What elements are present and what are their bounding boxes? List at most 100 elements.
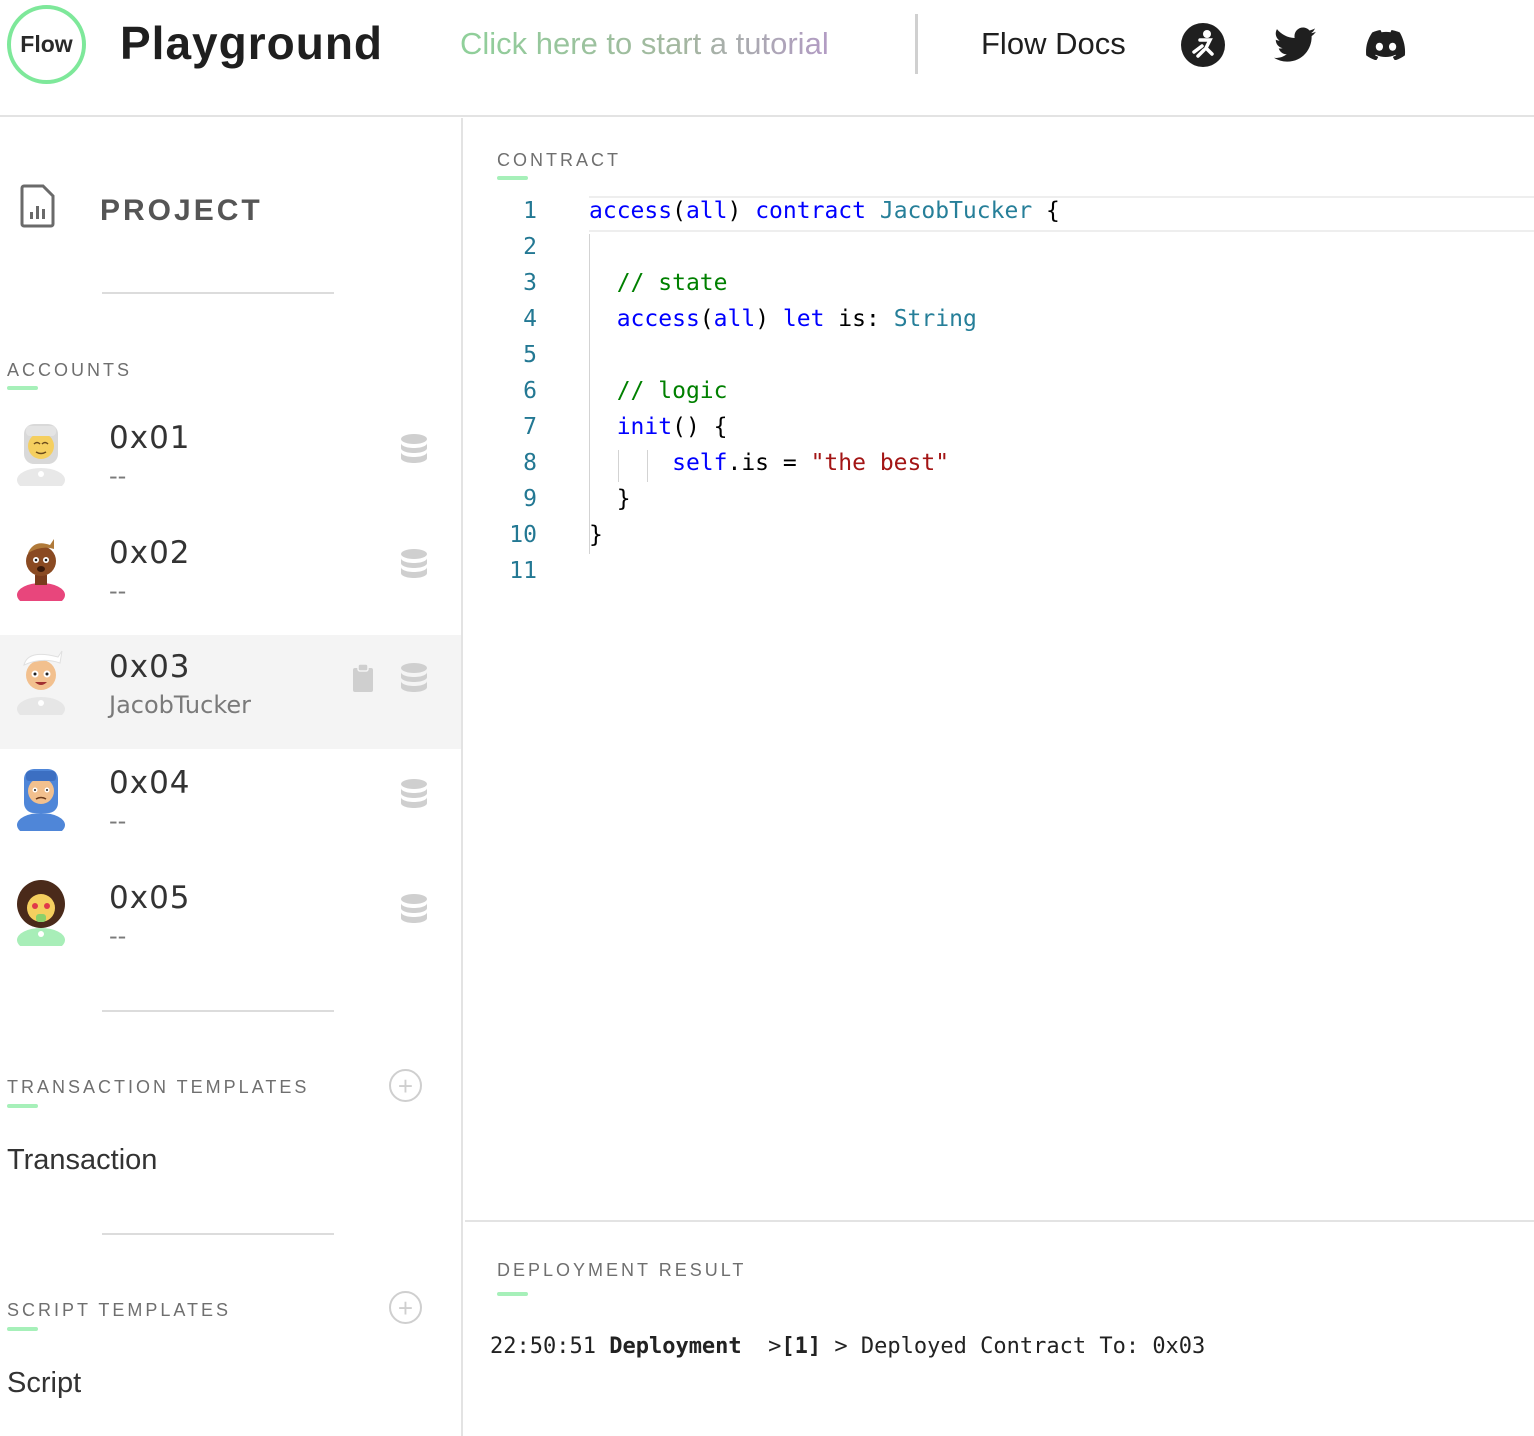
line-number: 9 xyxy=(523,486,537,512)
account-address: 0x03 xyxy=(109,649,191,685)
contract-panel-title: CONTRACT xyxy=(497,150,621,170)
app-title: Playground xyxy=(120,17,384,69)
avatar xyxy=(17,650,65,715)
code-editor[interactable]: 1 2 3 4 5 6 7 8 9 10 11 access(all) contract JacobT… xyxy=(465,194,1534,1214)
storage-database-icon[interactable] xyxy=(400,434,428,464)
project-button[interactable] xyxy=(20,184,56,228)
code-line: } xyxy=(589,486,631,512)
line-number: 11 xyxy=(509,558,537,584)
transaction-templates-title-underline xyxy=(7,1104,38,1108)
code-line: } xyxy=(589,522,603,548)
add-script-template-button[interactable]: + xyxy=(389,1291,422,1324)
log-message: Deployed Contract To: 0x03 xyxy=(860,1334,1206,1359)
code-token: access xyxy=(616,306,700,332)
project-label[interactable]: PROJECT xyxy=(100,194,263,228)
main-panel: CONTRACT 1 2 3 4 5 6 7 8 9 10 11 access(all) contra… xyxy=(465,118,1534,1436)
account-contract-name: -- xyxy=(109,462,127,490)
line-number: 5 xyxy=(523,342,537,368)
accounts-title: ACCOUNTS xyxy=(7,360,133,380)
transaction-template-item[interactable]: Transaction xyxy=(7,1144,157,1177)
line-number: 7 xyxy=(523,414,537,440)
project-sidebar: PROJECT ACCOUNTS 0x01 -- 0x02 -- 0x03 Ja… xyxy=(0,118,463,1436)
account-contract-name: -- xyxy=(109,577,127,605)
plus-icon: + xyxy=(397,1292,414,1323)
avatar xyxy=(17,539,65,601)
line-number: 6 xyxy=(523,378,537,404)
account-item-0x05[interactable]: 0x05 -- xyxy=(0,866,461,980)
code-token: .is = xyxy=(727,450,811,476)
code-token: contract xyxy=(755,198,866,224)
account-address: 0x01 xyxy=(109,420,191,456)
account-contract-name: JacobTucker xyxy=(109,691,251,719)
line-number: 8 xyxy=(523,450,537,476)
script-template-item[interactable]: Script xyxy=(7,1367,81,1400)
header-divider xyxy=(915,14,918,74)
code-token: () { xyxy=(672,414,728,440)
code-token: let xyxy=(782,306,825,332)
transaction-templates-title: TRANSACTION TEMPLATES xyxy=(7,1077,310,1097)
code-line: // state xyxy=(589,270,728,296)
account-item-0x01[interactable]: 0x01 -- xyxy=(0,406,461,520)
log-index: [1] xyxy=(781,1334,822,1359)
code-line: access(all) let is: String xyxy=(589,306,977,332)
avatar xyxy=(17,424,65,486)
code-token: // state xyxy=(616,270,728,296)
add-transaction-template-button[interactable]: + xyxy=(389,1069,422,1102)
code-token: self xyxy=(672,450,728,476)
code-token: init xyxy=(616,414,673,440)
start-tutorial-link[interactable]: Click here to start a tutorial xyxy=(460,26,829,62)
deployment-log-line: 22:50:51 Deployment >[1] > Deployed Cont… xyxy=(490,1334,1205,1359)
community-icon xyxy=(1181,23,1225,67)
account-contract-name: -- xyxy=(109,807,127,835)
twitter-link[interactable] xyxy=(1272,22,1318,68)
sidebar-divider xyxy=(102,292,334,294)
code-line: init() { xyxy=(589,414,728,440)
account-address: 0x05 xyxy=(109,880,191,916)
chevron-right-icon: > xyxy=(768,1334,782,1359)
accounts-title-underline xyxy=(7,386,38,390)
top-navbar: Flow Playground Click here to start a tu… xyxy=(0,0,1534,117)
account-contract-name: -- xyxy=(109,922,127,950)
flow-docs-link[interactable]: Flow Docs xyxy=(981,26,1126,62)
code-token: is: xyxy=(824,306,894,332)
clipboard-icon[interactable] xyxy=(352,663,374,693)
storage-database-icon[interactable] xyxy=(400,779,428,809)
storage-database-icon[interactable] xyxy=(400,894,428,924)
code-token: "the best" xyxy=(810,450,950,476)
code-token: ) xyxy=(727,198,756,224)
code-token: // logic xyxy=(616,378,728,404)
avatar xyxy=(17,880,65,946)
account-address: 0x04 xyxy=(109,765,191,801)
script-templates-title-underline xyxy=(7,1327,38,1331)
avatar xyxy=(17,769,65,831)
account-item-0x02[interactable]: 0x02 -- xyxy=(0,521,461,635)
contract-title-underline xyxy=(497,176,528,180)
line-number: 1 xyxy=(523,198,537,224)
account-item-0x04[interactable]: 0x04 -- xyxy=(0,751,461,865)
code-token: } xyxy=(589,522,603,548)
result-divider xyxy=(465,1220,1534,1222)
discord-link[interactable] xyxy=(1363,22,1409,68)
flow-logo[interactable]: Flow xyxy=(7,5,86,84)
storage-database-icon[interactable] xyxy=(400,663,428,693)
storage-database-icon[interactable] xyxy=(400,549,428,579)
code-token: all xyxy=(685,198,728,224)
discord-icon xyxy=(1366,30,1406,60)
code-line: self.is = "the best" xyxy=(589,450,949,476)
sidebar-divider xyxy=(102,1233,334,1235)
deployment-result-title: DEPLOYMENT RESULT xyxy=(497,1260,747,1280)
code-token: ( xyxy=(699,306,714,332)
community-link[interactable] xyxy=(1180,22,1226,68)
account-item-0x03[interactable]: 0x03 JacobTucker xyxy=(0,635,461,749)
code-token: ) xyxy=(755,306,783,332)
code-token: ( xyxy=(672,198,686,224)
code-token: JacobTucker xyxy=(879,198,1033,224)
code-token: access xyxy=(589,198,673,224)
code-line: access(all) contract JacobTucker { xyxy=(589,198,1060,224)
script-templates-title: SCRIPT TEMPLATES xyxy=(7,1300,232,1320)
